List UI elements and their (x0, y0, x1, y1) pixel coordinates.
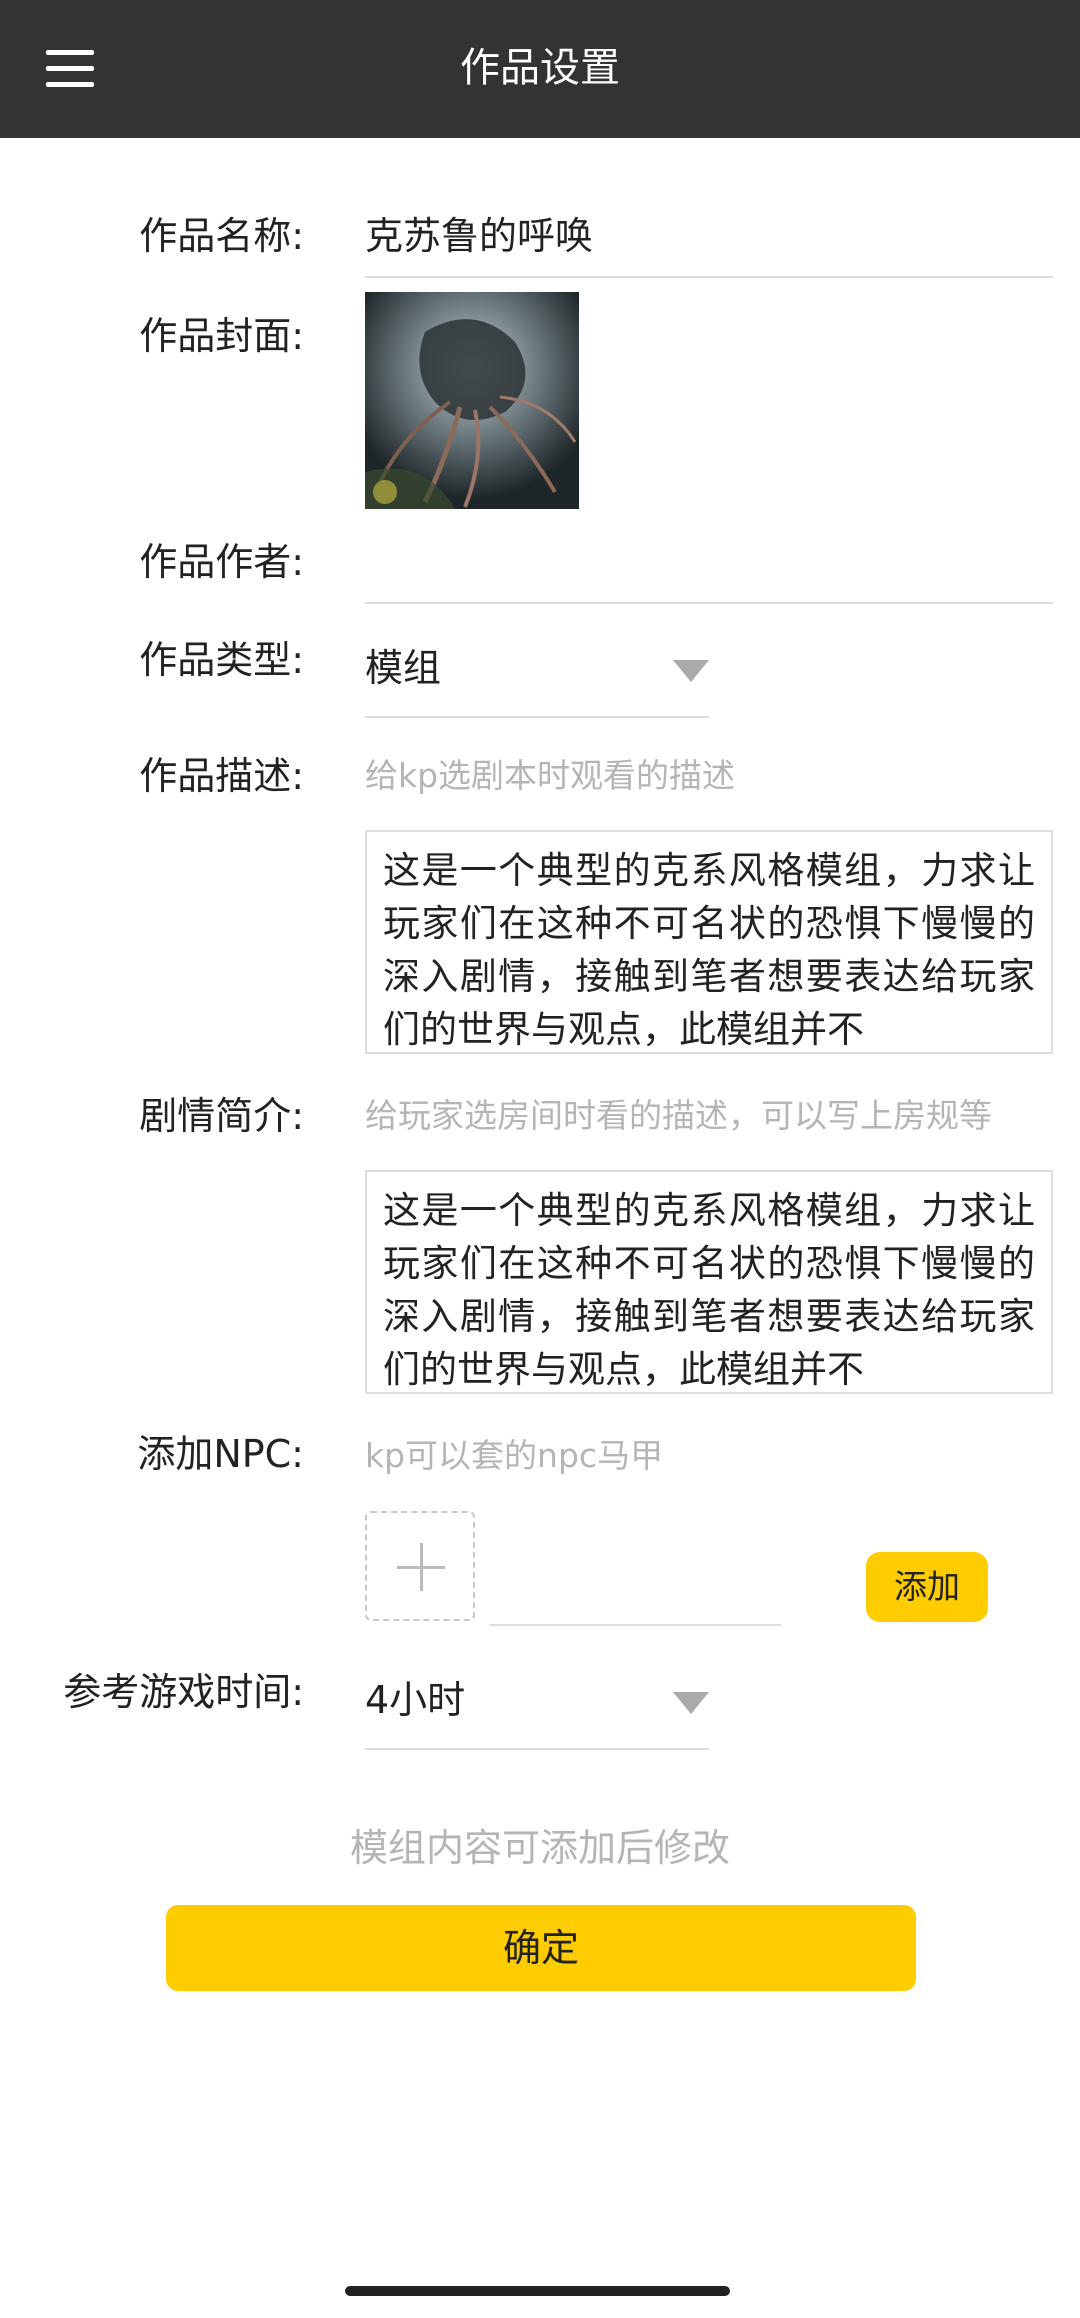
author-label: 作品作者: (139, 540, 304, 584)
name-underline (365, 276, 1053, 278)
description-label: 作品描述: (139, 754, 304, 798)
caret-down-icon (673, 660, 709, 682)
description-textarea[interactable]: 这是一个典型的克系风格模组，力求让玩家们在这种不可名状的恐惧下慢慢的深入剧情，接… (365, 830, 1053, 1054)
cover-label: 作品封面: (139, 314, 304, 358)
play-time-label: 参考游戏时间: (63, 1670, 304, 1714)
cover-image[interactable] (365, 292, 579, 509)
npc-hint: kp可以套的npc马甲 (365, 1436, 664, 1475)
author-field[interactable] (365, 536, 1053, 596)
confirm-button[interactable]: 确定 (166, 1905, 916, 1991)
name-label: 作品名称: (139, 214, 304, 258)
type-value: 模组 (365, 646, 442, 690)
footer-note: 模组内容可添加后修改 (349, 1826, 730, 1870)
npc-label: 添加NPC: (137, 1432, 304, 1476)
page-title: 作品设置 (460, 45, 620, 91)
header-bar: 作品设置 (0, 0, 1080, 138)
npc-avatar-upload[interactable] (365, 1511, 475, 1621)
synopsis-label: 剧情简介: (139, 1094, 304, 1138)
add-npc-button[interactable]: 添加 (866, 1552, 988, 1622)
synopsis-hint: 给玩家选房间时看的描述，可以写上房规等 (365, 1096, 992, 1135)
type-dropdown[interactable]: 模组 (365, 640, 709, 700)
name-field[interactable]: 克苏鲁的呼唤 (365, 210, 593, 262)
type-underline (365, 716, 709, 718)
npc-name-input[interactable] (490, 1560, 781, 1626)
play-time-value: 4小时 (365, 1678, 466, 1722)
play-time-dropdown[interactable]: 4小时 (365, 1672, 709, 1732)
description-hint: 给kp选剧本时观看的描述 (365, 756, 736, 795)
page: 作品设置 作品名称: 克苏鲁的呼唤 作品封面: 作品作者: 作品类型: 模组 作… (0, 0, 1080, 2318)
cover-artwork (365, 292, 579, 509)
type-label: 作品类型: (139, 638, 304, 682)
author-underline (365, 602, 1053, 604)
home-indicator[interactable] (345, 2286, 730, 2296)
caret-down-icon (673, 1692, 709, 1714)
synopsis-textarea[interactable]: 这是一个典型的克系风格模组，力求让玩家们在这种不可名状的恐惧下慢慢的深入剧情，接… (365, 1170, 1053, 1394)
play-time-underline (365, 1748, 709, 1750)
